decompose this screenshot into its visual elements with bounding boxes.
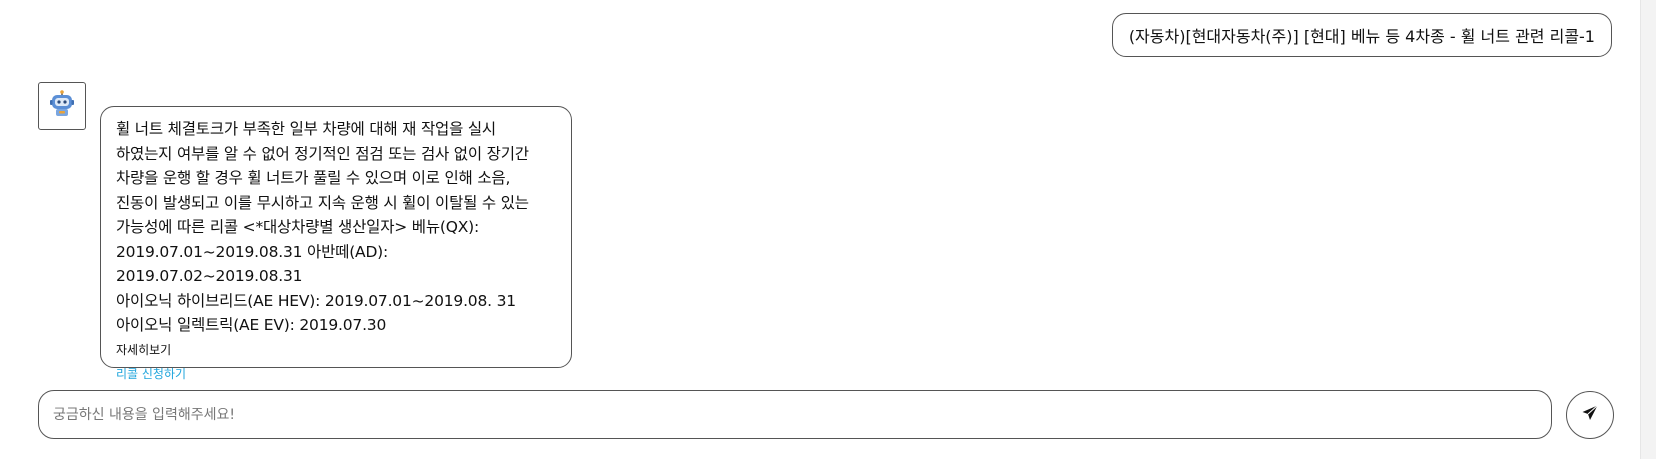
send-button[interactable]	[1566, 391, 1614, 439]
user-message-bubble: (자동차)[현대자동차(주)] [현대] 베뉴 등 4차종 - 휠 너트 관련 …	[1111, 13, 1612, 57]
message-input[interactable]	[51, 405, 1551, 424]
robot-icon	[49, 90, 75, 122]
apply-recall-link[interactable]: 리콜 신청하기	[116, 365, 557, 383]
view-details-link[interactable]: 자세히보기	[116, 341, 557, 359]
user-message-text: (자동차)[현대자동차(주)] [현대] 베뉴 등 4차종 - 휠 너트 관련 …	[1128, 27, 1595, 46]
bot-message-bubble: 휠 너트 체결토크가 부족한 일부 차량에 대해 재 작업을 실시 하였는지 여…	[100, 106, 572, 381]
chat-log: (자동차)[현대자동차(주)] [현대] 베뉴 등 4차종 - 휠 너트 관련 …	[0, 0, 1640, 381]
message-input-container	[38, 390, 1552, 439]
scrollbar[interactable]	[1640, 0, 1656, 459]
send-icon	[1581, 404, 1599, 426]
bot-message-text: 휠 너트 체결토크가 부족한 일부 차량에 대해 재 작업을 실시 하였는지 여…	[116, 120, 529, 334]
bot-avatar	[38, 82, 86, 130]
